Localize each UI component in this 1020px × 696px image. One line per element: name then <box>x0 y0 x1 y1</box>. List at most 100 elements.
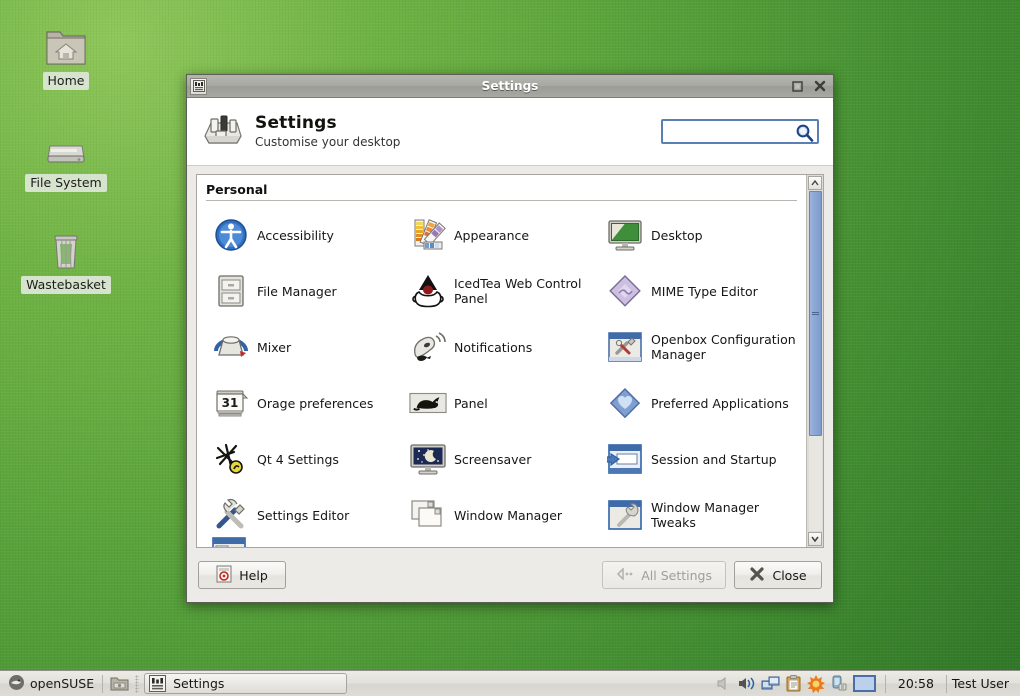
taskbar-task-label: Settings <box>173 676 225 691</box>
search-icon[interactable] <box>795 123 814 146</box>
power-battery-icon[interactable] <box>830 674 849 693</box>
settings-item-icedtea-web-control-panel[interactable]: IcedTea Web Control Panel <box>403 263 600 319</box>
settings-item-label: Screensaver <box>454 451 532 467</box>
taskbar-separator <box>102 674 104 693</box>
help-button-label: Help <box>239 567 268 583</box>
start-menu-button[interactable]: openSUSE <box>5 674 97 694</box>
search-input[interactable] <box>663 121 817 142</box>
settings-editor-icon <box>212 496 250 534</box>
all-settings-button[interactable]: All Settings <box>602 561 726 589</box>
taskbar-drag-handle[interactable] <box>135 674 140 693</box>
settings-item-label: Window Manager Tweaks <box>651 500 760 530</box>
scrollbar-track[interactable] <box>808 191 822 531</box>
settings-item-session-and-startup[interactable]: Session and Startup <box>600 431 797 487</box>
settings-item-notifications[interactable]: Notifications <box>403 319 600 375</box>
settings-item-panel[interactable]: Panel <box>403 375 600 431</box>
mime-type-icon <box>606 272 644 310</box>
start-menu-label: openSUSE <box>30 676 95 691</box>
settings-item-mixer[interactable]: Mixer <box>206 319 403 375</box>
preferred-apps-icon <box>606 384 644 422</box>
network-display-icon[interactable] <box>761 674 780 693</box>
settings-item-label: Notifications <box>454 339 533 355</box>
back-arrow-icon <box>616 566 634 583</box>
taskbar-task-settings[interactable]: Settings <box>144 673 348 694</box>
settings-item-window-manager-tweaks[interactable]: Window Manager Tweaks <box>600 487 797 543</box>
trash-icon <box>10 224 122 272</box>
settings-item-window-manager[interactable]: Window Manager <box>403 487 600 543</box>
settings-item-label: Mixer <box>257 339 292 355</box>
settings-item-label: Accessibility <box>257 227 334 243</box>
tray-separator <box>884 674 886 693</box>
settings-item-label: IcedTea Web Control Panel <box>454 276 582 306</box>
file-manager-launcher-icon[interactable] <box>108 673 130 695</box>
speaker-muted-icon[interactable] <box>715 674 734 693</box>
chevron-down-icon[interactable] <box>808 532 822 546</box>
updater-sun-icon[interactable] <box>807 674 826 693</box>
desktop-icon-label: File System <box>25 174 107 192</box>
scrollbar-thumb[interactable] <box>808 191 822 436</box>
qt4-settings-icon <box>212 440 250 478</box>
close-dialog-button[interactable]: Close <box>734 561 822 589</box>
mixer-icon <box>212 328 250 366</box>
search-box[interactable] <box>661 119 819 144</box>
settings-item-label: Desktop <box>651 227 703 243</box>
close-button-label: Close <box>772 567 807 583</box>
icedtea-java-icon <box>409 272 447 310</box>
close-x-icon <box>749 566 765 585</box>
desktop-icon-label: Home <box>42 72 90 90</box>
settings-app-icon <box>149 675 167 692</box>
settings-item-openbox-configuration-manager[interactable]: Openbox Configuration Manager <box>600 319 797 375</box>
chevron-up-icon[interactable] <box>808 176 822 190</box>
settings-item-mime-type-editor[interactable]: MIME Type Editor <box>600 263 797 319</box>
settings-window[interactable]: Settings Settings Customise your desktop… <box>186 74 834 603</box>
settings-item-orage-preferences[interactable]: 31 Orage preferences <box>206 375 403 431</box>
settings-item-preferred-applications[interactable]: Preferred Applications <box>600 375 797 431</box>
current-user-label[interactable]: Test User <box>952 676 1015 691</box>
settings-item-label: Settings Editor <box>257 507 350 523</box>
taskbar[interactable]: openSUSE Settings 20:58 Test User <box>0 670 1020 696</box>
maximize-button[interactable] <box>791 80 804 93</box>
clock[interactable]: 20:58 <box>891 676 941 691</box>
desktop-icon-wastebasket[interactable]: Wastebasket <box>10 224 122 294</box>
settings-item-desktop[interactable]: Desktop <box>600 207 797 263</box>
window-title: Settings <box>481 79 539 93</box>
vertical-scrollbar[interactable] <box>806 175 823 547</box>
settings-item-screensaver[interactable]: Screensaver <box>403 431 600 487</box>
opensuse-logo-icon <box>8 674 25 694</box>
orage-calendar-icon: 31 <box>212 384 250 422</box>
group-title-personal: Personal <box>206 182 797 201</box>
window-manager-tweaks-icon <box>606 496 644 534</box>
settings-item-label: Session and Startup <box>651 451 777 467</box>
desktop-icon-home[interactable]: Home <box>10 20 122 90</box>
window-titlebar[interactable]: Settings <box>187 75 833 98</box>
settings-item-accessibility[interactable]: Accessibility <box>206 207 403 263</box>
settings-item-label: Window Manager <box>454 507 563 523</box>
all-settings-button-label: All Settings <box>641 567 712 583</box>
desktop-icon <box>606 216 644 254</box>
settings-item-label: Openbox Configuration Manager <box>651 332 796 362</box>
close-button[interactable] <box>813 80 826 93</box>
help-icon <box>216 565 232 586</box>
clipboard-icon[interactable] <box>784 674 803 693</box>
screensaver-icon <box>409 440 447 478</box>
volume-icon[interactable] <box>738 674 757 693</box>
desktop-icon-file-system[interactable]: File System <box>10 122 122 192</box>
settings-item-label: File Manager <box>257 283 337 299</box>
settings-item-file-manager[interactable]: File Manager <box>206 263 403 319</box>
settings-content: Personal Accessibility Appearance Deskto… <box>196 174 824 548</box>
settings-item-settings-editor[interactable]: Settings Editor <box>206 487 403 543</box>
settings-app-icon <box>190 77 207 95</box>
page-subtitle: Customise your desktop <box>255 135 401 149</box>
page-title: Settings <box>255 113 337 133</box>
settings-item-qt-4-settings[interactable]: Qt 4 Settings <box>206 431 403 487</box>
settings-item-partial[interactable] <box>212 537 246 547</box>
session-startup-icon <box>606 440 644 478</box>
workspace-pager[interactable] <box>852 675 876 692</box>
settings-item-label: Panel <box>454 395 488 411</box>
settings-item-label: Preferred Applications <box>651 395 789 411</box>
scrollbar-grip <box>811 310 819 317</box>
settings-item-appearance[interactable]: Appearance <box>403 207 600 263</box>
settings-mixer-icon <box>201 110 243 154</box>
help-button[interactable]: Help <box>198 561 286 589</box>
panel-mouse-icon <box>409 384 447 422</box>
